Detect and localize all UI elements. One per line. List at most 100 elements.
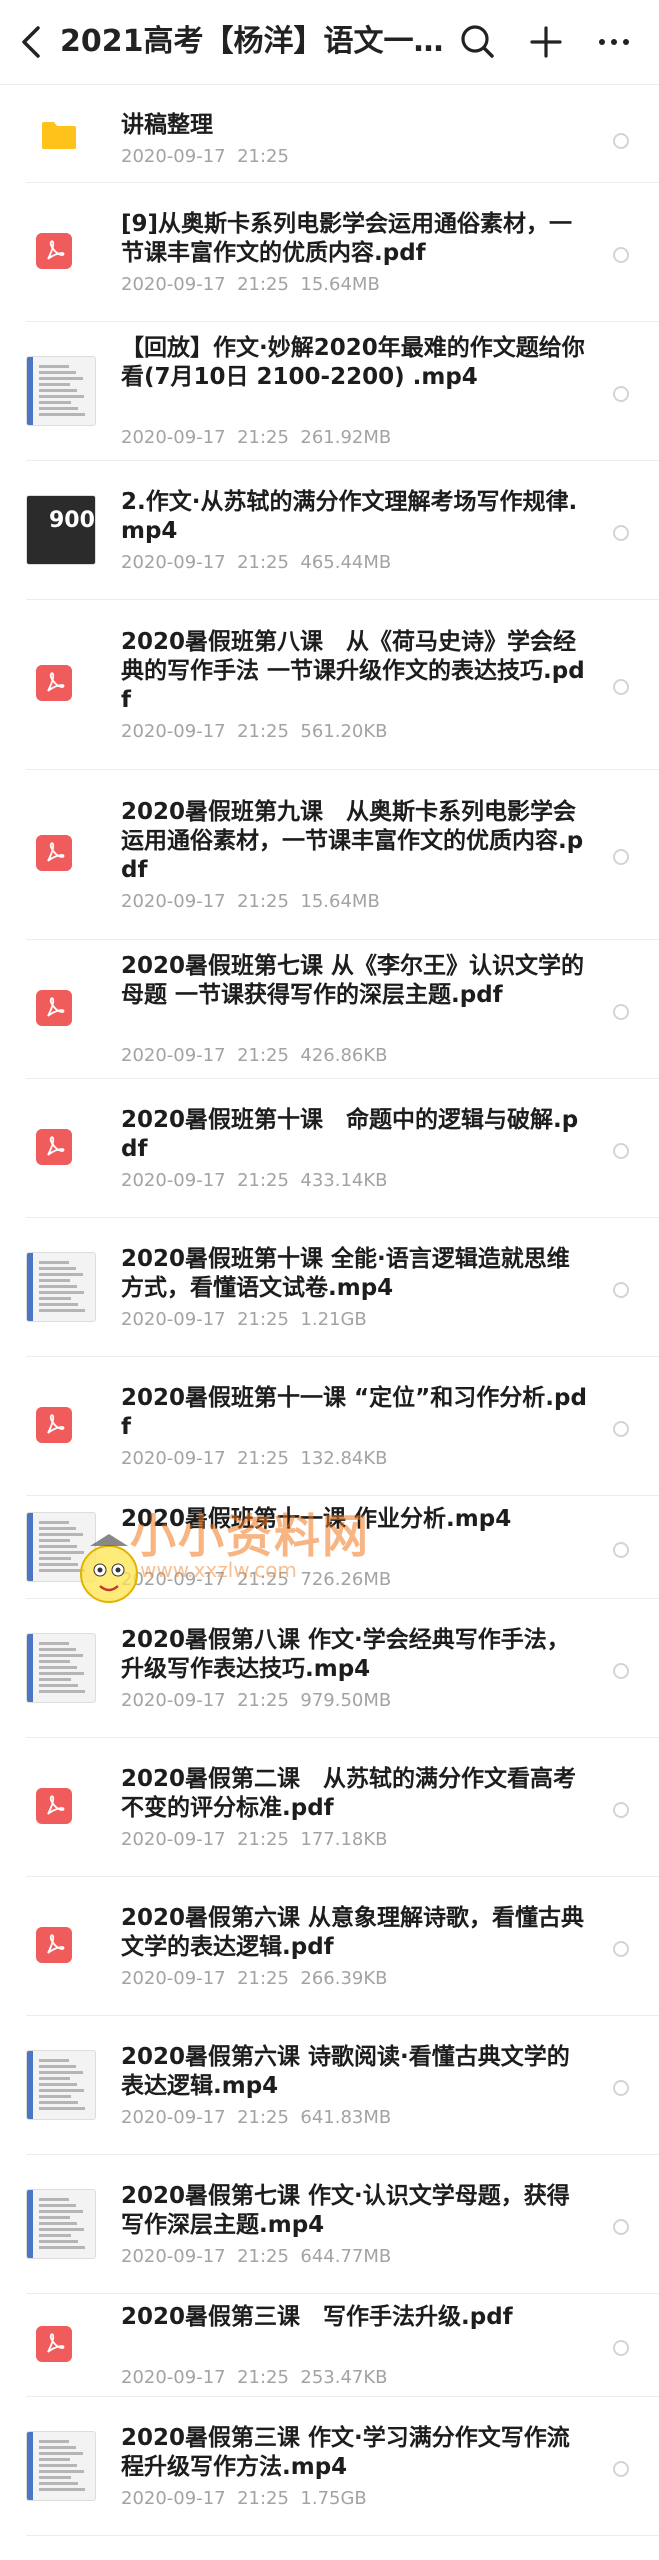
- file-size: 426.86KB: [300, 1045, 388, 1066]
- file-name: 2020暑假班第十课 命题中的逻辑与破解.pdf: [121, 1107, 579, 1162]
- file-time: 21:25: [237, 274, 289, 295]
- file-size: 561.20KB: [300, 721, 388, 742]
- file-name: 2020暑假班第十课 全能·语言逻辑造就思维方式，看懂语文试卷.mp4: [121, 1246, 570, 1301]
- file-name: 2.作文·从苏轼的满分作文理解考场写作规律.mp4: [121, 489, 578, 544]
- select-radio[interactable]: [613, 525, 629, 541]
- file-name: 2020暑假第二课 从苏轼的满分作文看高考不变的评分标准.pdf: [121, 1766, 577, 1821]
- back-icon[interactable]: [14, 22, 50, 62]
- file-name: [9]从奥斯卡系列电影学会运用通俗素材，一节课丰富作文的优质内容.pdf: [121, 211, 573, 266]
- file-size: 641.83MB: [300, 2107, 392, 2128]
- file-size: 433.14KB: [300, 1170, 388, 1191]
- file-meta: 2020-09-17 21:25 132.84KB: [121, 1448, 388, 1470]
- file-name: 2020暑假第七课 作文·认识文学母题，获得写作深层主题.mp4: [121, 2183, 570, 2238]
- file-meta: 2020-09-17 21:25 261.92MB: [121, 427, 391, 449]
- file-name: 【回放】作文·妙解2020年最难的作文题给你看(7月10日 2100-2200)…: [121, 335, 585, 390]
- select-radio[interactable]: [613, 1421, 629, 1437]
- pdf-file-icon: [26, 1917, 96, 1987]
- file-meta: 2020-09-17 21:25 561.20KB: [121, 721, 388, 743]
- file-meta: 2020-09-17 21:25 1.21GB: [121, 1309, 367, 1331]
- file-row[interactable]: 2020暑假班第十课 命题中的逻辑与破解.pdf 2020-09-17 21:25…: [0, 1079, 659, 1218]
- file-time: 21:25: [237, 1170, 289, 1191]
- file-size: 644.77MB: [300, 2246, 392, 2267]
- file-date: 2020-09-17: [121, 1690, 226, 1711]
- select-radio[interactable]: [613, 133, 629, 149]
- file-time: 21:25: [237, 552, 289, 573]
- file-size: 177.18KB: [300, 1829, 388, 1850]
- file-date: 2020-09-17: [121, 1829, 226, 1850]
- select-radio[interactable]: [613, 1282, 629, 1298]
- pdf-file-icon: [26, 1119, 96, 1189]
- select-radio[interactable]: [613, 247, 629, 263]
- file-row[interactable]: 2020暑假班第八课 从《荷马史诗》学会经典的写作手法 一节课升级作文的表达技巧…: [0, 600, 659, 770]
- search-icon[interactable]: [456, 20, 500, 64]
- select-radio[interactable]: [613, 1941, 629, 1957]
- add-icon[interactable]: [524, 20, 568, 64]
- file-row[interactable]: 2020暑假第三课 作文·学习满分作文写作流程升级写作方法.mp4 2020-09…: [0, 2397, 659, 2536]
- select-radio[interactable]: [613, 679, 629, 695]
- file-row[interactable]: 2020暑假班第七课 从《李尔王》认识文学的母题 一节课获得写作的深层主题.pd…: [0, 940, 659, 1079]
- file-size: 253.47KB: [300, 2367, 388, 2388]
- file-row[interactable]: 2020暑假第六课 诗歌阅读·看懂古典文学的表达逻辑.mp4 2020-09-17…: [0, 2016, 659, 2155]
- select-radio[interactable]: [613, 1802, 629, 1818]
- file-row[interactable]: [9]从奥斯卡系列电影学会运用通俗素材，一节课丰富作文的优质内容.pdf 2020…: [0, 183, 659, 322]
- file-date: 2020-09-17: [121, 427, 226, 448]
- file-name: 2020暑假第六课 从意象理解诗歌，看懂古典文学的表达逻辑.pdf: [121, 1905, 585, 1960]
- file-name: 2020暑假班第九课 从奥斯卡系列电影学会运用通俗素材，一节课丰富作文的优质内容…: [121, 799, 584, 883]
- file-row[interactable]: 2020暑假班第九课 从奥斯卡系列电影学会运用通俗素材，一节课丰富作文的优质内容…: [0, 770, 659, 940]
- select-radio[interactable]: [613, 2080, 629, 2096]
- pdf-file-icon: [26, 1397, 96, 1467]
- file-row[interactable]: 900 2.作文·从苏轼的满分作文理解考场写作规律.mp4 2020-09-17 2…: [0, 461, 659, 600]
- video-thumbnail: [26, 1252, 96, 1322]
- select-radio[interactable]: [613, 1542, 629, 1558]
- video-thumbnail: [26, 2189, 96, 2259]
- file-row[interactable]: 2020暑假第六课 从意象理解诗歌，看懂古典文学的表达逻辑.pdf 2020-09…: [0, 1877, 659, 2016]
- file-name: 2020暑假第三课 作文·学习满分作文写作流程升级写作方法.mp4: [121, 2425, 570, 2480]
- more-icon[interactable]: [592, 20, 636, 64]
- file-name: 2020暑假班第七课 从《李尔王》认识文学的母题 一节课获得写作的深层主题.pd…: [121, 953, 585, 1008]
- video-thumbnail: [26, 2050, 96, 2120]
- file-row[interactable]: 讲稿整理 2020-09-17 21:25: [0, 95, 659, 183]
- watermark-text: 小小资料网: [130, 1509, 370, 1563]
- pdf-file-icon: [26, 1778, 96, 1848]
- file-meta: 2020-09-17 21:25 15.64MB: [121, 274, 380, 296]
- select-radio[interactable]: [613, 1143, 629, 1159]
- file-size: 979.50MB: [300, 1690, 392, 1711]
- file-date: 2020-09-17: [121, 1448, 226, 1469]
- app-header: 2021高考【杨洋】语文一轮...: [0, 0, 659, 85]
- file-meta: 2020-09-17 21:25 426.86KB: [121, 1045, 388, 1067]
- select-radio[interactable]: [613, 1004, 629, 1020]
- file-time: 21:25: [237, 891, 289, 912]
- file-name: 2020暑假第六课 诗歌阅读·看懂古典文学的表达逻辑.mp4: [121, 2044, 570, 2099]
- file-size: 132.84KB: [300, 1448, 388, 1469]
- file-meta: 2020-09-17 21:25 15.64MB: [121, 891, 380, 913]
- file-time: 21:25: [237, 1309, 289, 1330]
- file-row[interactable]: 2020暑假班第十课 全能·语言逻辑造就思维方式，看懂语文试卷.mp4 2020-…: [0, 1218, 659, 1357]
- file-date: 2020-09-17: [121, 891, 226, 912]
- file-time: 21:25: [237, 2246, 289, 2267]
- file-row[interactable]: 2020暑假第三课 写作手法升级.pdf 2020-09-17 21:25 253…: [0, 2294, 659, 2397]
- file-size: 1.21GB: [300, 1309, 367, 1330]
- select-radio[interactable]: [613, 849, 629, 865]
- file-row[interactable]: 2020暑假班第十一课 “定位”和习作分析.pdf 2020-09-17 21:2…: [0, 1357, 659, 1496]
- select-radio[interactable]: [613, 2340, 629, 2356]
- watermark-url: www.xxzlw.com: [140, 1558, 297, 1582]
- file-time: 21:25: [237, 1690, 289, 1711]
- file-date: 2020-09-17: [121, 2367, 226, 2388]
- file-size: 15.64MB: [300, 274, 380, 295]
- file-time: 21:25: [237, 2488, 289, 2509]
- file-meta: 2020-09-17 21:25 177.18KB: [121, 1829, 388, 1851]
- file-time: 21:25: [237, 1829, 289, 1850]
- file-meta: 2020-09-17 21:25 253.47KB: [121, 2367, 388, 2389]
- pdf-file-icon: [26, 825, 96, 895]
- select-radio[interactable]: [613, 386, 629, 402]
- file-size: 15.64MB: [300, 891, 380, 912]
- select-radio[interactable]: [613, 1663, 629, 1679]
- file-row[interactable]: 2020暑假第七课 作文·认识文学母题，获得写作深层主题.mp4 2020-09-…: [0, 2155, 659, 2294]
- file-row[interactable]: 2020暑假第二课 从苏轼的满分作文看高考不变的评分标准.pdf 2020-09-…: [0, 1738, 659, 1877]
- select-radio[interactable]: [613, 2219, 629, 2235]
- video-thumbnail: [26, 356, 96, 426]
- file-row[interactable]: 【回放】作文·妙解2020年最难的作文题给你看(7月10日 2100-2200)…: [0, 322, 659, 461]
- select-radio[interactable]: [613, 2461, 629, 2477]
- file-time: 21:25: [237, 1448, 289, 1469]
- file-time: 21:25: [237, 1045, 289, 1066]
